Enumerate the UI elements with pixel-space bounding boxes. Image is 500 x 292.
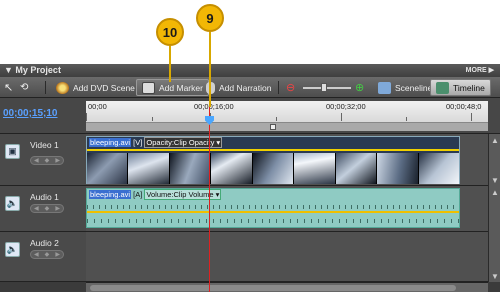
- video-track-icon: ▣: [5, 144, 20, 159]
- toolbar-divider: [278, 81, 279, 94]
- ruler-label: 00;00: [88, 102, 107, 111]
- ruler-tick: [406, 117, 407, 121]
- scroll-down-icon[interactable]: ▼: [489, 270, 500, 282]
- clip-tag: [V]: [133, 138, 143, 147]
- thumbnail-frame: [211, 153, 253, 184]
- clip-file-name: bleeping.avi: [89, 190, 132, 199]
- keyframe-controls[interactable]: ◀ ◆ ▶: [30, 204, 64, 213]
- timeline-toolbar: ↖ ⟲ Add DVD Scene Add Marker Add Narrati…: [0, 77, 500, 98]
- current-timecode[interactable]: 00;00;15;10: [3, 108, 57, 119]
- speaker-icon: 🔈: [5, 196, 20, 211]
- opacity-rubberband[interactable]: [87, 149, 459, 151]
- callout-10-label: 10: [162, 24, 178, 40]
- audio-track-scrollbar[interactable]: ▲ ▼: [488, 186, 500, 282]
- add-dvd-scene-label: Add DVD Scene: [73, 82, 135, 93]
- clip-file-name: bleeping.avi: [89, 138, 132, 147]
- ruler-tick: [276, 117, 277, 121]
- ruler-tick: [341, 113, 342, 121]
- waveform-right: [87, 219, 459, 223]
- selection-tool-icon[interactable]: ↖: [4, 79, 13, 96]
- clip-property-dropdown[interactable]: Opacity:Clip Opacity ▾: [144, 137, 223, 148]
- track-name: Audio 1: [30, 192, 59, 202]
- keyframe-controls[interactable]: ◀ ◆ ▶: [30, 156, 64, 165]
- work-area-handle[interactable]: [270, 124, 276, 130]
- track-header-audio-1[interactable]: 🔈 Audio 1 ◀ ◆ ▶: [0, 186, 86, 232]
- thumbnail-frame: [294, 153, 336, 184]
- ruler-tick: [471, 113, 472, 121]
- thumbnail-frame: [418, 153, 459, 184]
- clip-thumbnails: [87, 153, 459, 184]
- add-marker-button[interactable]: Add Marker: [136, 79, 209, 96]
- time-ruler[interactable]: 00;00 00;00;16;00 00;00;32;00 00;00;48;0: [86, 101, 488, 131]
- sceneline-icon: [378, 81, 391, 94]
- horizontal-scrollbar[interactable]: [86, 282, 488, 292]
- track-name: Audio 2: [30, 238, 59, 248]
- thumbnail-frame: [252, 153, 295, 184]
- track-header-video-1[interactable]: ▣ Video 1 ◀ ◆ ▶: [0, 134, 86, 186]
- timeline-panel: ▼ My Project MORE ▶ ↖ ⟲ Add DVD Scene Ad…: [0, 64, 500, 292]
- zoom-out-icon[interactable]: ⊖: [286, 79, 295, 96]
- callout-10: 10: [156, 18, 184, 46]
- more-label: MORE: [465, 67, 487, 74]
- add-dvd-scene-button[interactable]: Add DVD Scene: [50, 79, 141, 96]
- callout-10-leader: [169, 46, 171, 82]
- clip-tag: [A]: [133, 190, 143, 199]
- clip-label: bleeping.avi [A] Volume:Clip Volume ▾: [89, 189, 222, 200]
- zoom-slider-thumb[interactable]: [321, 82, 327, 92]
- video-track-scrollbar[interactable]: ▲ ▼: [488, 134, 500, 186]
- scrollbar-thumb[interactable]: [90, 285, 456, 291]
- clip-label: bleeping.avi [V] Opacity:Clip Opacity ▾: [89, 137, 223, 148]
- sceneline-button[interactable]: Sceneline: [372, 79, 438, 96]
- audio-clip[interactable]: bleeping.avi [A] Volume:Clip Volume ▾: [86, 188, 460, 228]
- speaker-icon: 🔈: [5, 242, 20, 257]
- ruler-tick: [86, 113, 87, 121]
- panel-titlebar: ▼ My Project MORE ▶: [0, 64, 500, 77]
- thumbnail-frame: [377, 153, 419, 184]
- toolbar-divider: [45, 81, 46, 94]
- track-audio-1[interactable]: bleeping.avi [A] Volume:Clip Volume ▾: [86, 186, 488, 232]
- add-narration-button[interactable]: Add Narration: [200, 79, 277, 96]
- callout-9-label: 9: [206, 10, 214, 26]
- add-narration-label: Add Narration: [219, 82, 272, 93]
- scroll-up-icon[interactable]: ▲: [489, 186, 500, 198]
- panel-collapse-icon[interactable]: ▼: [4, 65, 15, 75]
- timeline-icon: [436, 81, 449, 94]
- zoom-slider[interactable]: [303, 79, 351, 96]
- more-button[interactable]: MORE ▶: [466, 64, 494, 77]
- ruler-tick: [152, 117, 153, 121]
- waveform-left: [87, 205, 459, 209]
- thumbnail-frame: [128, 153, 170, 184]
- ruler-label: 00;00;32;00: [326, 102, 366, 111]
- thumbnail-frame: [169, 153, 212, 184]
- callout-9: 9: [196, 4, 224, 32]
- current-time-indicator[interactable]: [209, 107, 210, 292]
- panel-title: My Project: [15, 65, 61, 75]
- timeline-label: Timeline: [453, 82, 485, 93]
- ruler-label: 00;00;16;00: [194, 102, 234, 111]
- track-name: Video 1: [30, 140, 59, 150]
- ruler-work-area-bar[interactable]: [86, 122, 488, 131]
- thumbnail-frame: [335, 153, 378, 184]
- track-audio-2[interactable]: [86, 232, 488, 282]
- marker-icon: [142, 81, 155, 94]
- time-stretch-tool-icon[interactable]: ⟲: [20, 79, 28, 96]
- add-marker-label: Add Marker: [159, 82, 203, 93]
- zoom-in-icon[interactable]: ⊕: [355, 79, 364, 96]
- timeline-button[interactable]: Timeline: [430, 79, 491, 96]
- volume-rubberband[interactable]: [87, 211, 459, 213]
- clip-property-label: Opacity:Clip Opacity: [146, 138, 215, 147]
- track-video-1[interactable]: bleeping.avi [V] Opacity:Clip Opacity ▾: [86, 134, 488, 186]
- callout-9-leader: [209, 32, 211, 107]
- keyframe-controls[interactable]: ◀ ◆ ▶: [30, 250, 64, 259]
- ruler-label: 00;00;48;0: [446, 102, 482, 111]
- video-clip[interactable]: bleeping.avi [V] Opacity:Clip Opacity ▾: [86, 136, 460, 184]
- track-header-audio-2[interactable]: 🔈 Audio 2 ◀ ◆ ▶: [0, 232, 86, 282]
- dvd-scene-icon: [56, 81, 69, 94]
- sceneline-label: Sceneline: [395, 82, 433, 93]
- scroll-up-icon[interactable]: ▲: [489, 134, 500, 146]
- ruler-area: 00;00;15;10 00;00 00;00;16;00 00;00;32;0…: [0, 98, 500, 134]
- thumbnail-frame: [87, 153, 129, 184]
- clip-property-label: Volume:Clip Volume: [146, 190, 214, 199]
- scroll-down-icon[interactable]: ▼: [489, 174, 500, 186]
